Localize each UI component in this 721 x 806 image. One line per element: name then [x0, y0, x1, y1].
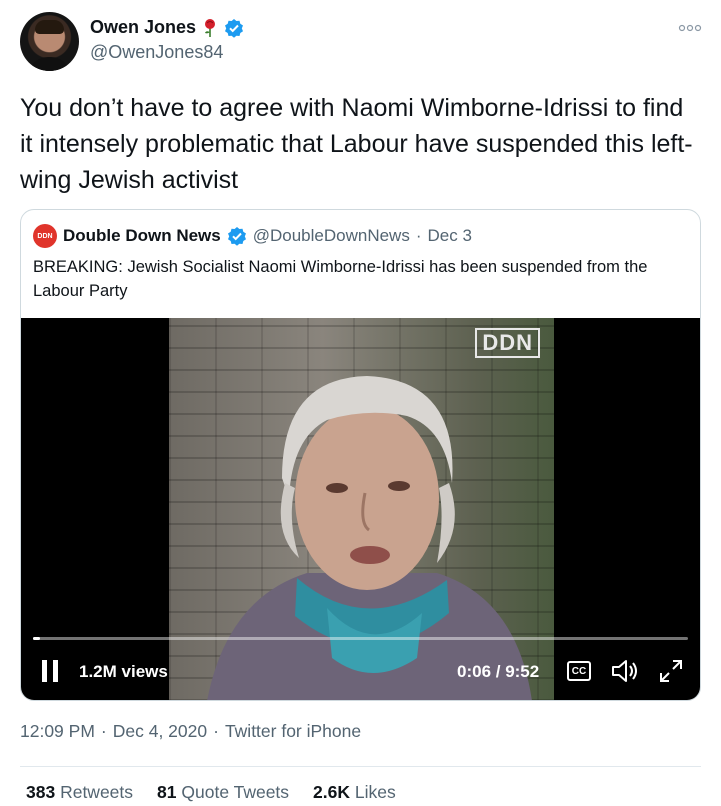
view-count: 1.2M views — [79, 662, 168, 681]
tweet-text: You don’t have to agree with Naomi Wimbo… — [20, 94, 693, 194]
quoted-tweet[interactable]: DDN Double Down News @DoubleDownNews · D… — [20, 209, 701, 701]
video-player[interactable]: DDN 1.2M views 0:06 / 9:52 CC — [21, 318, 700, 700]
quoted-tweet-date[interactable]: Dec 3 — [428, 226, 472, 246]
rose-icon — [205, 18, 216, 37]
divider — [20, 766, 701, 767]
more-options-icon[interactable] — [678, 22, 702, 34]
ddn-logo-icon: DDN — [33, 224, 57, 248]
retweets-label: Retweets — [60, 782, 134, 802]
retweets-stat[interactable]: 383 Retweets — [26, 782, 133, 803]
meta-separator: · — [213, 721, 219, 741]
video-controls: 1.2M views 0:06 / 9:52 CC — [21, 650, 700, 690]
tweet-date[interactable]: Dec 4, 2020 — [113, 721, 207, 741]
quote-tweets-stat[interactable]: 81 Quote Tweets — [157, 782, 289, 803]
likes-label: Likes — [354, 782, 396, 802]
quoted-tweet-header: DDN Double Down News @DoubleDownNews · D… — [33, 224, 472, 248]
quoted-tweet-text: BREAKING: Jewish Socialist Naomi Wimborn… — [33, 258, 648, 300]
tweet-header: Owen Jones @OwenJones84 — [20, 12, 710, 72]
quoted-author-handle[interactable]: @DoubleDownNews — [253, 226, 410, 246]
video-progress-bar[interactable] — [33, 637, 688, 640]
tweet-metadata: 12:09 PM · Dec 4, 2020 · Twitter for iPhone — [20, 721, 361, 742]
video-progress-fill — [33, 637, 40, 640]
author-handle[interactable]: @OwenJones84 — [90, 42, 223, 63]
avatar-hair — [35, 20, 64, 34]
tweet-source[interactable]: Twitter for iPhone — [225, 721, 361, 741]
verified-badge-icon — [225, 18, 244, 38]
closed-captions-icon[interactable]: CC — [567, 661, 591, 681]
name-row: Owen Jones — [90, 17, 244, 38]
video-frame: DDN — [169, 318, 554, 700]
meta-separator: · — [415, 226, 422, 245]
quote-tweets-count: 81 — [157, 782, 177, 802]
ddn-watermark: DDN — [475, 328, 540, 358]
fullscreen-icon[interactable] — [658, 658, 684, 684]
tweet-stats: 383 Retweets 81 Quote Tweets 2.6K Likes — [26, 782, 396, 803]
likes-stat[interactable]: 2.6K Likes — [313, 782, 396, 803]
quoted-author-name[interactable]: Double Down News — [63, 226, 221, 246]
retweets-count: 383 — [26, 782, 56, 802]
quote-tweets-label: Quote Tweets — [181, 782, 290, 802]
tweet-time[interactable]: 12:09 PM — [20, 721, 95, 741]
author-name[interactable]: Owen Jones — [90, 17, 196, 38]
video-time: 0:06 / 9:52 — [457, 662, 540, 681]
verified-badge-icon — [227, 227, 246, 246]
meta-separator: · — [100, 721, 107, 741]
avatar[interactable] — [20, 12, 79, 71]
likes-count: 2.6K — [313, 782, 351, 802]
avatar-shirt — [28, 57, 71, 71]
volume-icon[interactable] — [610, 658, 640, 684]
pause-icon[interactable] — [41, 660, 59, 682]
